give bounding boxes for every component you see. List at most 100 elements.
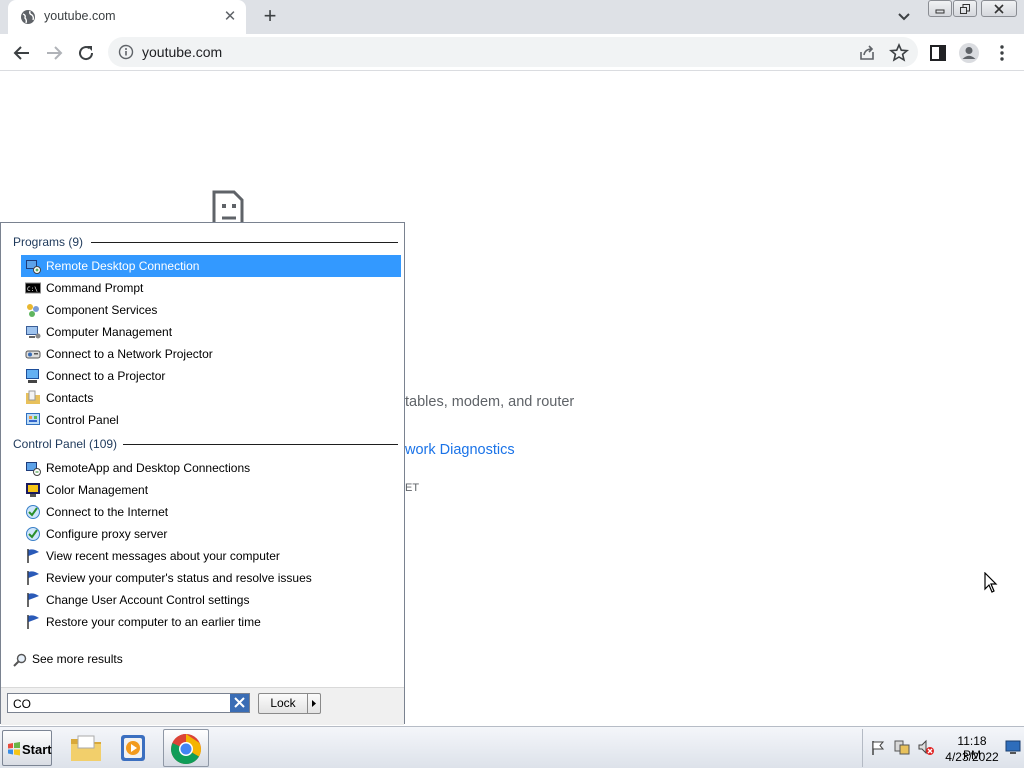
- show-desktop-icon[interactable]: [1005, 739, 1021, 755]
- item-label: Control Panel: [46, 413, 119, 427]
- contacts-folder-icon: [26, 390, 40, 404]
- item-label: Review your computer's status and resolv…: [46, 571, 312, 585]
- cp-item-color-management[interactable]: Color Management: [21, 479, 401, 501]
- browser-toolbar: youtube.com: [0, 34, 1024, 71]
- group-divider: [91, 242, 398, 243]
- remoteapp-icon: [26, 462, 41, 476]
- flag-icon: [27, 615, 39, 629]
- error-code: ET: [405, 482, 420, 494]
- item-label: Component Services: [46, 303, 158, 317]
- start-button[interactable]: Start: [2, 730, 52, 766]
- media-player-icon: [121, 735, 145, 761]
- forward-arrow-icon[interactable]: [42, 41, 66, 65]
- diagnostics-link[interactable]: work Diagnostics: [405, 442, 515, 458]
- item-label: Restore your computer to an earlier time: [46, 615, 261, 629]
- internet-options-icon: [26, 527, 40, 541]
- mouse-cursor-icon: [984, 572, 998, 593]
- projector-icon: [26, 369, 39, 383]
- plus-icon[interactable]: +: [258, 5, 282, 29]
- svg-text:C:\: C:\: [27, 286, 38, 293]
- chevron-down-icon[interactable]: [894, 9, 914, 25]
- item-label: Connect to a Network Projector: [46, 347, 213, 361]
- close-icon[interactable]: ✕: [220, 7, 240, 27]
- internet-options-icon: [26, 505, 40, 519]
- remote-desktop-icon: [26, 260, 41, 274]
- explorer-icon: [71, 735, 101, 761]
- star-icon[interactable]: [887, 41, 911, 65]
- cp-item-uac-settings[interactable]: Change User Account Control settings: [21, 589, 401, 611]
- start-menu-footer: CO Lock: [1, 687, 404, 725]
- back-arrow-icon[interactable]: [10, 41, 34, 65]
- browser-tab[interactable]: youtube.com ✕: [8, 0, 246, 34]
- close-icon: [234, 697, 245, 708]
- cp-item-remoteapp[interactable]: RemoteApp and Desktop Connections: [21, 457, 401, 479]
- program-item-projector[interactable]: Connect to a Projector: [21, 365, 401, 387]
- reload-icon[interactable]: [74, 41, 98, 65]
- start-search-box[interactable]: CO: [7, 693, 250, 713]
- cp-item-review-status[interactable]: Review your computer's status and resolv…: [21, 567, 401, 589]
- cp-item-recent-messages[interactable]: View recent messages about your computer: [21, 545, 401, 567]
- program-item-command-prompt[interactable]: C:\ Command Prompt: [21, 277, 401, 299]
- network-icon[interactable]: [893, 739, 911, 757]
- minimize-button[interactable]: [928, 0, 952, 17]
- group-divider: [123, 444, 398, 445]
- cp-item-proxy-server[interactable]: Configure proxy server: [21, 523, 401, 545]
- flag-icon: [27, 571, 39, 585]
- close-x-icon: [994, 4, 1004, 14]
- see-more-label: See more results: [32, 652, 123, 666]
- flag-icon: [27, 549, 39, 563]
- url-text[interactable]: youtube.com: [142, 44, 222, 60]
- volume-muted-icon[interactable]: [917, 739, 935, 757]
- tab-strip: youtube.com ✕ +: [0, 0, 1024, 34]
- restore-icon: [960, 4, 970, 14]
- program-item-network-projector[interactable]: Connect to a Network Projector: [21, 343, 401, 365]
- taskbar-media-player[interactable]: [111, 729, 157, 767]
- taskbar-chrome[interactable]: [163, 729, 209, 767]
- tab-title: youtube.com: [44, 9, 116, 23]
- kebab-menu-icon[interactable]: [990, 41, 1014, 65]
- item-label: Remote Desktop Connection: [46, 259, 200, 273]
- cp-item-system-restore[interactable]: Restore your computer to an earlier time: [21, 611, 401, 633]
- program-item-computer-management[interactable]: Computer Management: [21, 321, 401, 343]
- programs-header: Programs (9): [13, 235, 84, 249]
- close-window-button[interactable]: [981, 0, 1017, 17]
- system-tray: 11:18 PM 4/23/2022: [862, 729, 1024, 767]
- computer-management-icon: [26, 326, 41, 339]
- share-icon[interactable]: [855, 41, 879, 65]
- info-icon[interactable]: [118, 44, 134, 60]
- control-panel-header: Control Panel (109): [13, 437, 118, 451]
- cmd-icon: C:\: [25, 282, 41, 294]
- component-services-icon: [27, 304, 39, 317]
- see-more-results[interactable]: See more results: [13, 651, 213, 671]
- lock-button[interactable]: Lock: [258, 693, 308, 714]
- taskbar-explorer[interactable]: [63, 729, 109, 767]
- shutdown-options-button[interactable]: [307, 693, 321, 714]
- program-item-remote-desktop[interactable]: Remote Desktop Connection: [21, 255, 401, 277]
- item-label: Computer Management: [46, 325, 173, 339]
- program-item-component-services[interactable]: Component Services: [21, 299, 401, 321]
- cp-item-connect-internet[interactable]: Connect to the Internet: [21, 501, 401, 523]
- item-label: Command Prompt: [46, 281, 144, 295]
- windows-logo-icon: [8, 742, 20, 756]
- action-center-flag-icon[interactable]: [869, 739, 887, 757]
- address-bar[interactable]: youtube.com: [108, 37, 918, 67]
- profile-icon[interactable]: [957, 41, 981, 65]
- program-item-contacts[interactable]: Contacts: [21, 387, 401, 409]
- start-label: Start: [22, 742, 52, 757]
- clear-search-button[interactable]: [230, 694, 249, 712]
- side-panel-icon[interactable]: [926, 41, 950, 65]
- program-item-control-panel[interactable]: Control Panel: [21, 409, 401, 431]
- start-menu: Programs (9) Remote Desktop Connection C…: [0, 222, 405, 725]
- globe-icon: [21, 10, 35, 24]
- page-text-line: tables, modem, and router: [405, 394, 575, 410]
- restore-button[interactable]: [953, 0, 977, 17]
- lock-label: Lock: [270, 696, 296, 710]
- arrow-right-icon: [312, 700, 316, 707]
- item-label: RemoteApp and Desktop Connections: [46, 461, 251, 475]
- item-label: Connect to a Projector: [46, 369, 166, 383]
- search-input[interactable]: CO: [13, 697, 31, 711]
- clock-date[interactable]: 4/23/2022: [943, 750, 1001, 764]
- item-label: Change User Account Control settings: [46, 593, 250, 607]
- minimize-icon: [935, 9, 945, 14]
- network-projector-icon: [25, 350, 41, 359]
